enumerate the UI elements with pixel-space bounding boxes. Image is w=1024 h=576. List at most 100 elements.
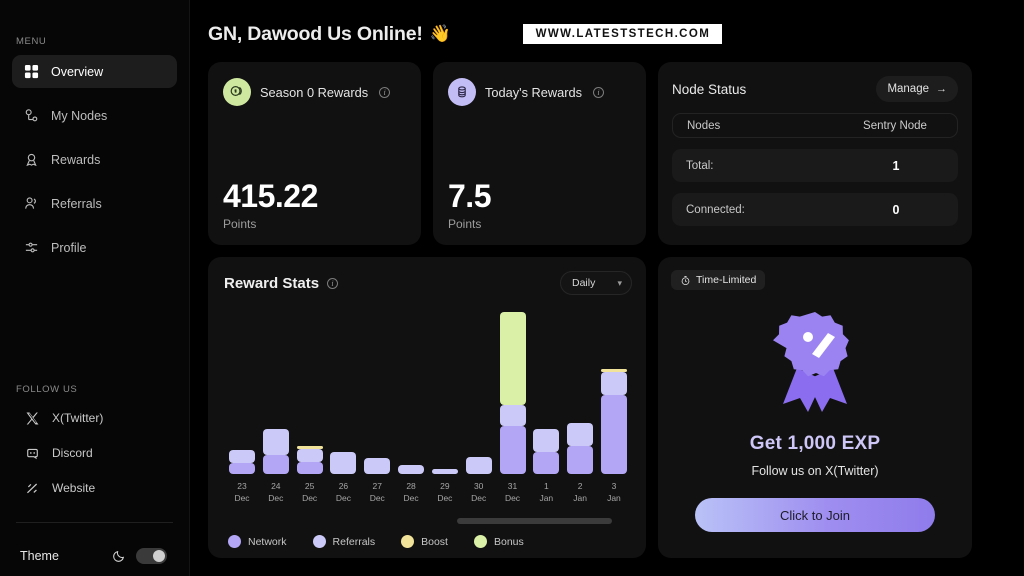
sidebar-item-referrals[interactable]: Referrals bbox=[12, 187, 177, 220]
legend-swatch bbox=[401, 535, 415, 548]
legend-label: Referrals bbox=[332, 535, 376, 548]
moon-icon bbox=[112, 549, 126, 563]
sidebar-item-rewards[interactable]: Rewards bbox=[12, 143, 177, 176]
bar-column[interactable]: 27 Dec bbox=[363, 457, 391, 504]
info-icon[interactable]: i bbox=[379, 86, 391, 98]
watermark: WWW.LATESTSTECH.COM bbox=[522, 24, 723, 44]
bar-stack bbox=[229, 450, 255, 474]
todays-rewards-card: Today's Rewards i 7.5 Points bbox=[433, 62, 646, 245]
legend-item[interactable]: Network bbox=[228, 535, 287, 548]
bar-column[interactable]: 24 Dec bbox=[262, 428, 290, 505]
x-axis-label: 2 Jan bbox=[573, 481, 587, 503]
card-unit: Points bbox=[223, 217, 257, 231]
sidebar-item-label: My Nodes bbox=[51, 108, 108, 123]
promo-subtitle: Follow us on X(Twitter) bbox=[751, 464, 879, 478]
chart-scrollbar-thumb[interactable] bbox=[456, 518, 612, 524]
bar-segment-referrals bbox=[431, 469, 458, 474]
bar-segment-referrals bbox=[499, 404, 526, 426]
top-cards-row: Season 0 Rewards i 415.22 Points Today's… bbox=[208, 62, 1008, 245]
x-axis-label: 1 Jan bbox=[539, 481, 554, 503]
bar-column[interactable]: 2 Jan bbox=[566, 423, 594, 504]
chart-legend: Network Referrals Boost Bonus bbox=[228, 535, 524, 548]
coins-icon bbox=[223, 78, 251, 106]
sidebar-item-overview[interactable]: Overview bbox=[12, 55, 177, 88]
bar-stack bbox=[567, 423, 594, 474]
bottom-cards-row: Reward Stats i Daily ▾ 23 Dec 24 Dec 25 Dec 26… bbox=[208, 257, 1008, 558]
sidebar-item-label: Overview bbox=[51, 64, 104, 79]
x-axis-label: 27 Dec bbox=[369, 481, 385, 503]
legend-label: Network bbox=[248, 535, 287, 548]
discord-icon bbox=[24, 445, 40, 461]
social-link-website[interactable]: Website bbox=[12, 473, 177, 503]
chevron-down-icon: ▾ bbox=[617, 277, 622, 288]
page-title: GN, Dawood Us Online! 👋 bbox=[208, 23, 451, 46]
theme-row: Theme bbox=[12, 537, 177, 575]
bar-column[interactable]: 28 Dec bbox=[397, 464, 425, 504]
bar-column[interactable]: 31 Dec bbox=[499, 311, 527, 504]
bar-stack bbox=[533, 429, 560, 474]
bar-column[interactable]: 3 Jan bbox=[600, 369, 628, 504]
click-to-join-button[interactable]: Click to Join bbox=[695, 498, 935, 532]
legend-item[interactable]: Referrals bbox=[312, 535, 376, 548]
legend-item[interactable]: Boost bbox=[401, 535, 448, 548]
node-status-header: Node Status Manage → bbox=[672, 76, 958, 102]
sidebar-item-profile[interactable]: Profile bbox=[12, 231, 177, 264]
top-bar: GN, Dawood Us Online! 👋 WWW.LATESTSTECH.… bbox=[208, 14, 1008, 54]
bar-segment-network bbox=[229, 463, 255, 474]
website-icon bbox=[24, 480, 40, 496]
range-select[interactable]: Daily ▾ bbox=[560, 271, 632, 295]
node-col-label: Nodes bbox=[687, 119, 721, 132]
node-status-card: Node Status Manage → Nodes Sentry Node T… bbox=[658, 62, 972, 245]
bar-segment-referrals bbox=[262, 428, 289, 455]
users-icon bbox=[24, 196, 39, 211]
social-link-discord[interactable]: Discord bbox=[12, 438, 177, 468]
node-icon bbox=[24, 108, 39, 123]
legend-swatch bbox=[228, 535, 241, 548]
bar-column[interactable]: 1 Jan bbox=[532, 429, 560, 504]
reward-stats-card: Reward Stats i Daily ▾ 23 Dec 24 Dec 25 Dec 26… bbox=[208, 257, 646, 558]
social-link-x-twitter[interactable]: X(Twitter) bbox=[12, 403, 177, 433]
x-axis-label: 24 Dec bbox=[268, 481, 284, 503]
chart-plot-area: 23 Dec 24 Dec 25 Dec 26 Dec 27 Dec 28 Dec 29 Dec 30 Dec… bbox=[224, 309, 632, 504]
info-icon[interactable]: i bbox=[593, 86, 605, 98]
node-row-label: Connected: bbox=[686, 203, 745, 216]
bar-column[interactable]: 23 Dec bbox=[228, 450, 256, 504]
sidebar-item-my-nodes[interactable]: My Nodes bbox=[12, 99, 177, 132]
award-icon bbox=[24, 152, 39, 167]
bar-column[interactable]: 30 Dec bbox=[465, 456, 493, 504]
bar-stack bbox=[600, 369, 627, 474]
sliders-icon bbox=[24, 240, 39, 255]
bar-column[interactable]: 25 Dec bbox=[296, 446, 324, 504]
card-value: 415.22 bbox=[223, 178, 318, 215]
bar-segment-network bbox=[262, 454, 289, 474]
manage-button[interactable]: Manage → bbox=[876, 76, 958, 102]
bar-column[interactable]: 29 Dec bbox=[431, 469, 459, 504]
card-unit: Points bbox=[448, 217, 482, 231]
x-axis-label: 23 Dec bbox=[234, 481, 250, 503]
chart-scrollbar-track[interactable] bbox=[224, 518, 632, 524]
promo-card: Time-Limited Get 1,000 EXP Follow us on … bbox=[658, 257, 972, 558]
coin-stack-icon bbox=[448, 78, 476, 106]
promo-title: Get 1,000 EXP bbox=[749, 433, 881, 454]
timer-icon bbox=[680, 275, 691, 286]
info-icon[interactable]: i bbox=[327, 277, 339, 289]
bar-segment-referrals bbox=[364, 457, 391, 474]
x-axis-label: 28 Dec bbox=[403, 481, 419, 503]
theme-toggle-knob bbox=[153, 550, 165, 562]
bar-segment-network bbox=[499, 425, 526, 474]
legend-item[interactable]: Bonus bbox=[473, 535, 524, 548]
bar-segment-network bbox=[296, 462, 323, 474]
sidebar-divider bbox=[16, 522, 173, 523]
chart-header: Reward Stats i Daily ▾ bbox=[224, 271, 632, 295]
bar-column[interactable]: 26 Dec bbox=[329, 452, 357, 504]
table-row: Total: 1 bbox=[672, 149, 958, 182]
theme-toggle[interactable] bbox=[136, 548, 167, 564]
sidebar-item-label: Rewards bbox=[51, 152, 101, 167]
bar-stack bbox=[330, 452, 357, 474]
node-row-label: Total: bbox=[686, 159, 714, 172]
greeting-text: GN, Dawood Us Online! bbox=[208, 22, 423, 45]
social-link-label: X(Twitter) bbox=[52, 411, 104, 425]
legend-label: Bonus bbox=[493, 535, 524, 548]
ribbon-award-icon bbox=[767, 306, 863, 423]
bar-segment-referrals bbox=[398, 464, 425, 474]
